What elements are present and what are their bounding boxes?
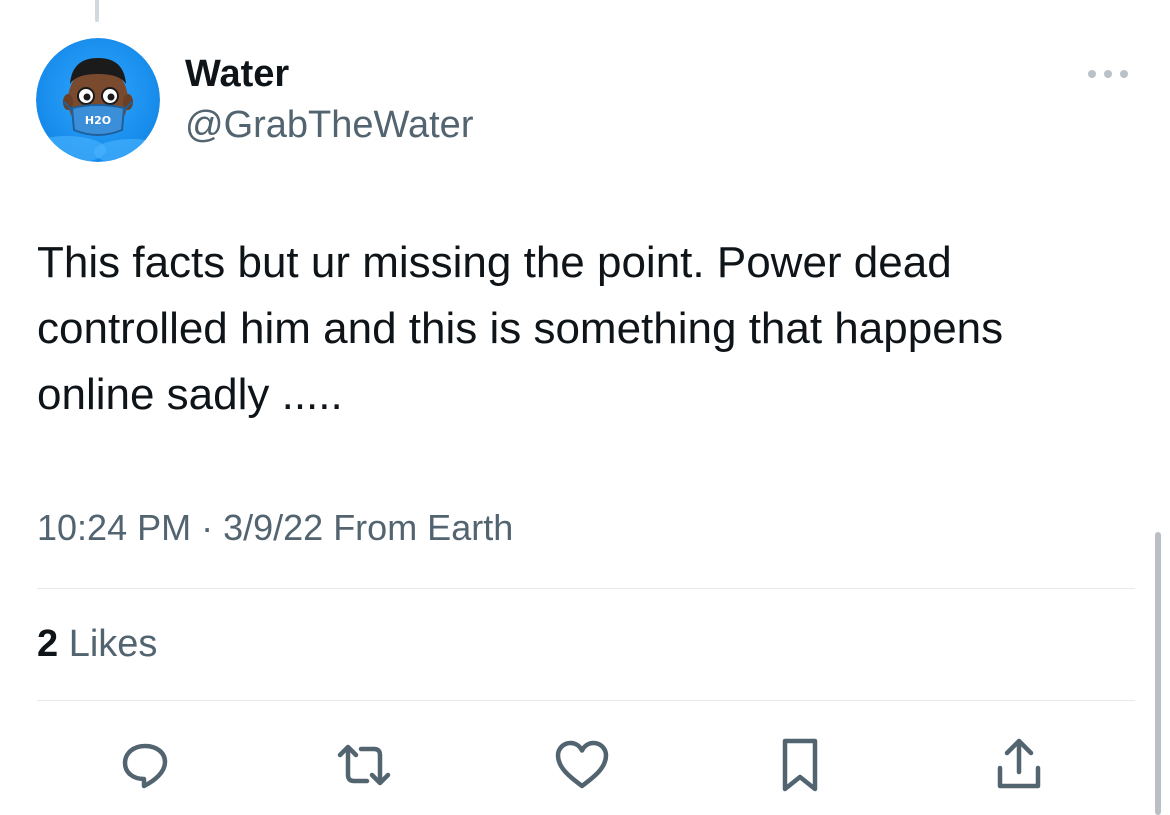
more-options-button[interactable] [1080, 58, 1136, 90]
meta-separator: · [191, 507, 224, 548]
tweet-action-bar [0, 730, 1170, 800]
tweet-text: This facts but ur missing the point. Pow… [37, 238, 1016, 419]
author-display-name[interactable]: Water [185, 52, 289, 96]
scrollbar-thumb[interactable] [1155, 532, 1161, 815]
retweet-button[interactable] [329, 730, 399, 800]
divider-top [37, 588, 1135, 589]
tweet-source: From Earth [323, 507, 514, 548]
divider-bottom [37, 700, 1135, 701]
reply-icon [122, 743, 168, 789]
tweet-detail-view: H2O Water @GrabTheWater This facts but u… [0, 0, 1170, 815]
share-button[interactable] [984, 730, 1054, 800]
more-dots-icon [1088, 70, 1128, 78]
tweet-date-link[interactable]: 3/9/22 [223, 507, 323, 548]
thread-connector-line [95, 0, 99, 22]
retweet-icon [337, 744, 391, 786]
bookmark-icon [782, 738, 818, 792]
likes-count: 2 [37, 623, 59, 665]
likes-label: Likes [58, 623, 158, 665]
reply-button[interactable] [110, 730, 180, 800]
avatar-mask-text: H2O [85, 114, 111, 127]
avatar[interactable]: H2O [36, 38, 160, 162]
tweet-metadata: 10:24 PM · 3/9/22 From Earth [37, 505, 513, 551]
bookmark-button[interactable] [765, 730, 835, 800]
share-icon [997, 738, 1041, 789]
like-button[interactable] [547, 730, 617, 800]
heart-icon [555, 740, 609, 789]
author-handle[interactable]: @GrabTheWater [185, 103, 473, 147]
likes-stat-link[interactable]: 2 Likes [37, 620, 157, 668]
tweet-time-link[interactable]: 10:24 PM [37, 507, 191, 548]
avatar-image: H2O [36, 38, 160, 162]
